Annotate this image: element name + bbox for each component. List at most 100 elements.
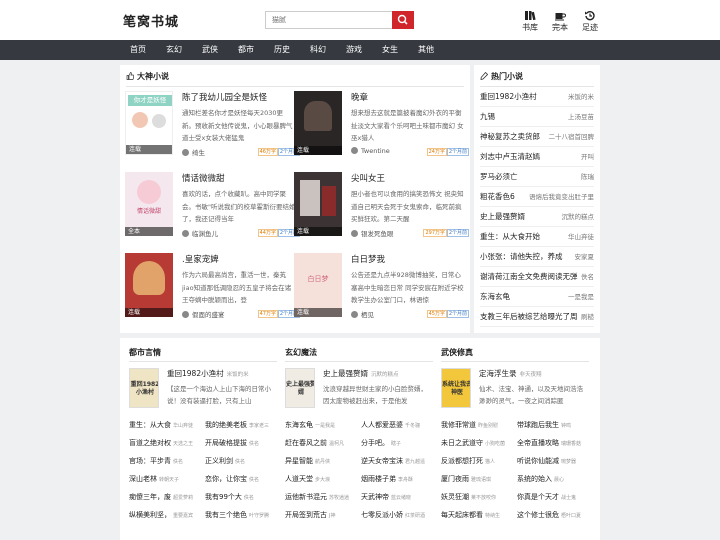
hot-novel-title[interactable]: 罗马必须亡 <box>480 171 518 182</box>
list-item-title[interactable]: 这个修士很危 <box>517 511 559 519</box>
book-cover[interactable]: 连载 <box>294 91 342 155</box>
list-item-author[interactable]: 佚名 <box>173 459 183 465</box>
list-item[interactable]: 开局签到荒古 J神 <box>285 510 335 520</box>
feature-author[interactable]: 非天夜翔 <box>520 372 542 378</box>
list-item-title[interactable]: 人人都爱恶婆 <box>361 421 403 429</box>
list-item-title[interactable]: 七零反派小娇 <box>361 511 403 519</box>
list-item-title[interactable]: 全帝直播攻略 <box>517 439 559 447</box>
list-item-author[interactable]: 天选之王 <box>173 441 193 447</box>
history-link[interactable]: 足迹 <box>576 10 604 33</box>
hot-novel-author[interactable]: 语熔后我竟变出肚子里 <box>529 191 594 201</box>
hot-novel-title[interactable]: 支教三年后被综艺给曝光了周 <box>480 311 578 322</box>
list-item[interactable]: 痴傻三年，废 超爱萝莉 <box>129 492 193 502</box>
list-item-author[interactable]: 莱不放咬你 <box>471 495 496 501</box>
list-item-title[interactable]: 盲道之绝对权 <box>129 439 171 447</box>
list-item-author[interactable]: 君九越遥 <box>405 459 425 465</box>
list-item-author[interactable]: 华山弃徒 <box>173 423 193 429</box>
hot-novel-author[interactable]: 华山弃徒 <box>568 231 594 241</box>
list-item-author[interactable]: J神 <box>329 513 335 519</box>
list-item-title[interactable]: 逆天女帝宝沫 <box>361 457 403 465</box>
list-item-title[interactable]: 纵横美利坚， <box>129 511 171 519</box>
feature-cover[interactable]: 重回1982小渔村 <box>129 368 159 408</box>
list-item-title[interactable]: 开局破格提拔 <box>205 439 247 447</box>
list-item-title[interactable]: 听说你仙能减 <box>517 457 559 465</box>
list-item-title[interactable]: 未日之武道守 <box>441 439 483 447</box>
list-item-author[interactable]: 琬梦器 <box>561 459 576 465</box>
book-title[interactable]: .皇家宠婢 <box>182 253 219 265</box>
hot-novel-item[interactable]: 重回1982小渔村 米饭的米 <box>480 91 594 103</box>
hot-novel-author[interactable]: 二十八宿首回脾 <box>549 131 595 141</box>
hot-novel-author[interactable]: 佚名 <box>581 271 594 281</box>
list-item-title[interactable]: 东海玄龟 <box>285 421 313 429</box>
list-item[interactable]: 这个修士很危 梧叶口夏 <box>517 510 581 520</box>
hot-novel-author[interactable]: 上汤豆苗 <box>568 111 594 121</box>
nav-other[interactable]: 其他 <box>418 40 434 60</box>
hot-novel-item[interactable]: 刘志中卢玉清赵嫣 开叫 <box>480 151 594 163</box>
hot-novel-author[interactable]: 沉默的糕点 <box>562 211 595 221</box>
list-item-title[interactable]: 我修菲常道 <box>441 421 476 429</box>
hot-novel-item[interactable]: 史上最强赘婿 沉默的糕点 <box>480 211 594 223</box>
list-item[interactable]: 我有三个绝色 叶守罗腾 <box>205 510 269 520</box>
hot-novel-author[interactable]: 米饭的米 <box>568 91 594 101</box>
nav-wuxia[interactable]: 武侠 <box>202 40 218 60</box>
book-cover[interactable]: 连载 <box>294 172 342 236</box>
hot-novel-author[interactable]: 安家夏 <box>575 251 595 261</box>
list-item-title[interactable]: 带球跑后我生 <box>517 421 559 429</box>
list-item-author[interactable]: 小狗吃菌 <box>485 441 505 447</box>
category-title[interactable]: 都市言情 <box>129 347 161 358</box>
feature-cover[interactable]: 系统让我去神医 <box>441 368 471 408</box>
list-item[interactable]: 厦门夜雨 雅琉语琪 <box>441 474 491 484</box>
list-item-author[interactable]: 晨心 <box>554 477 564 483</box>
list-item-title[interactable]: 系统的始入 <box>517 475 552 483</box>
hot-novel-title[interactable]: 重回1982小渔村 <box>480 91 537 102</box>
book-title[interactable]: 白日梦我 <box>351 253 385 265</box>
list-item[interactable]: 人人都爱恶婆 千冬骊 <box>361 420 420 430</box>
nav-history[interactable]: 历史 <box>274 40 290 60</box>
book-author[interactable]: 绮生 <box>192 149 205 157</box>
search-button[interactable] <box>392 11 414 29</box>
list-item-title[interactable]: 天武神帝 <box>361 493 389 501</box>
list-item-title[interactable]: 人道天堂 <box>285 475 313 483</box>
category-title[interactable]: 武侠修真 <box>441 347 473 358</box>
nav-games[interactable]: 游戏 <box>346 40 362 60</box>
feature-title[interactable]: 定海浮生录 非天夜翔 <box>479 368 542 379</box>
hot-novel-title[interactable]: 谢清荷江南全文免费阅读无弹 <box>480 271 578 282</box>
hot-novel-item[interactable]: 谢清荷江南全文免费阅读无弹 佚名 <box>480 271 594 283</box>
list-item[interactable]: 我修菲常道 昨鱼别慰 <box>441 420 498 430</box>
nav-home[interactable]: 首页 <box>130 40 146 60</box>
list-item-author[interactable]: 苏牧逍逍 <box>329 495 349 501</box>
book-author[interactable]: 银发死鱼眼 <box>361 230 394 238</box>
hot-novel-author[interactable]: 陈瑞 <box>581 171 594 181</box>
hot-novel-title[interactable]: 粗花香色6 <box>480 191 515 202</box>
list-item[interactable]: 未日之武道守 小狗吃菌 <box>441 438 505 448</box>
feature-title-text[interactable]: 定海浮生录 <box>479 369 517 378</box>
list-item-author[interactable]: 步大浪 <box>315 477 330 483</box>
list-item[interactable]: 分手吧。 瞎子 <box>361 438 401 448</box>
list-item[interactable]: 盲道之绝对权 天选之王 <box>129 438 193 448</box>
list-item[interactable]: 我有99个大 佚名 <box>205 492 254 502</box>
search-input[interactable] <box>265 11 392 29</box>
book-author[interactable]: Twentine <box>361 147 390 155</box>
list-item-title[interactable]: 我的绝美老板 <box>205 421 247 429</box>
list-item[interactable]: 反派都想打死 猫人 <box>441 456 495 466</box>
nav-fantasy[interactable]: 玄幻 <box>166 40 182 60</box>
list-item-author[interactable]: 李家老三 <box>249 423 269 429</box>
list-item[interactable]: 系统的始入 晨心 <box>517 474 564 484</box>
list-item-title[interactable]: 深山老林 <box>129 475 157 483</box>
list-item[interactable]: 深山老林 转朝天子 <box>129 474 179 484</box>
list-item-title[interactable]: 官场：平步青 <box>129 457 171 465</box>
hot-novel-item[interactable]: 罗马必须亡 陈瑞 <box>480 171 594 183</box>
hot-novel-item[interactable]: 粗花香色6 语熔后我竟变出肚子里 <box>480 191 594 203</box>
book-card[interactable]: 连载 晚章 想来想去这就是篇披着魔幻外衣的平衡扯淡文大家看个乐呵吧土味都市魔幻 … <box>294 91 469 166</box>
book-author[interactable]: 假面的盛宴 <box>192 311 225 319</box>
list-item-author[interactable]: 温柯凡 <box>329 441 344 447</box>
list-item-author[interactable]: 转朝天子 <box>159 477 179 483</box>
list-item-author[interactable]: 超爱萝莉 <box>173 495 193 501</box>
list-item-title[interactable]: 分手吧。 <box>361 439 389 447</box>
hot-novel-author[interactable]: 一是我是 <box>568 291 594 301</box>
hot-novel-title[interactable]: 神秘复苏之卖货郎 <box>480 131 540 142</box>
list-item[interactable]: 我的绝美老板 李家老三 <box>205 420 269 430</box>
list-item-title[interactable]: 每天起床都看 <box>441 511 483 519</box>
list-item-author[interactable]: 叶守罗腾 <box>249 513 269 519</box>
hot-novel-title[interactable]: 史上最强赘婿 <box>480 211 525 222</box>
